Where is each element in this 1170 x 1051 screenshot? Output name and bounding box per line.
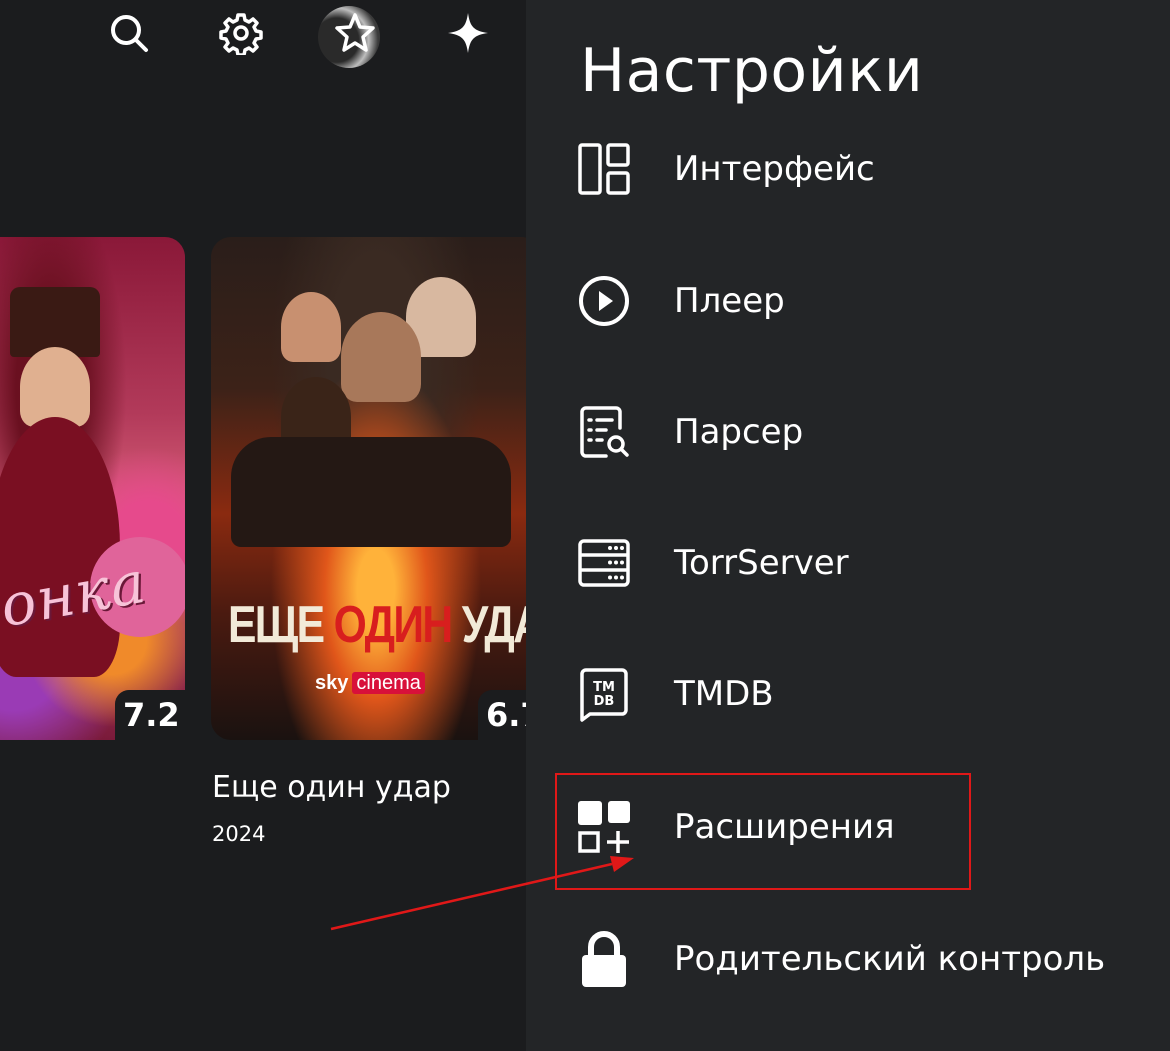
- poster-figure: [20, 347, 90, 427]
- server-icon: [574, 533, 634, 593]
- content-area: онка 7.2 ЕЩЕ ОДИН УДАР skycinema 6.7 Еще…: [0, 0, 526, 1051]
- settings-item-interface[interactable]: Интерфейс: [574, 121, 1134, 217]
- gear-icon[interactable]: [216, 8, 266, 58]
- poster-brand: sky cinema: [315, 672, 425, 695]
- search-icon[interactable]: [104, 8, 154, 58]
- poster-figure: [281, 292, 341, 362]
- layout-icon: [574, 139, 634, 199]
- sparkle-icon[interactable]: [443, 8, 493, 58]
- rating-badge: 6.7: [478, 690, 526, 740]
- movie-card[interactable]: [211, 237, 526, 740]
- rating-badge: 7.2: [115, 690, 188, 740]
- settings-item-label: Плеер: [674, 281, 785, 321]
- settings-item-label: TMDB: [674, 674, 774, 714]
- settings-panel: Настройки Интерфейс Плеер Парсер TorrSer…: [526, 0, 1170, 1051]
- settings-item-tmdb[interactable]: TM DB TMDB: [574, 646, 1134, 742]
- poster-title-text: ЕЩЕ ОДИН УДАР: [228, 596, 526, 654]
- annotation-highlight-box: [555, 773, 971, 890]
- settings-title: Настройки: [580, 36, 924, 106]
- star-icon[interactable]: [330, 8, 380, 58]
- settings-item-label: Интерфейс: [674, 149, 875, 189]
- svg-text:TM: TM: [593, 680, 615, 695]
- settings-item-label: Парсер: [674, 412, 804, 452]
- settings-item-label: Родительский контроль: [674, 939, 1106, 979]
- tmdb-icon: TM DB: [574, 664, 634, 724]
- settings-item-label: TorrServer: [674, 543, 849, 583]
- settings-item-torrserver[interactable]: TorrServer: [574, 515, 1134, 611]
- movie-year: 2024: [212, 822, 266, 846]
- lock-icon: [574, 929, 634, 989]
- poster-figure: [231, 437, 511, 547]
- movie-card-wonka[interactable]: [0, 237, 185, 740]
- list-search-icon: [574, 402, 634, 462]
- poster-figure: [341, 312, 421, 402]
- svg-text:DB: DB: [594, 694, 615, 709]
- settings-item-parser[interactable]: Парсер: [574, 384, 1134, 480]
- movie-title[interactable]: Еще один удар: [212, 770, 451, 805]
- settings-item-player[interactable]: Плеер: [574, 253, 1134, 349]
- settings-item-parental-control[interactable]: Родительский контроль: [574, 911, 1134, 1007]
- play-circle-icon: [574, 271, 634, 331]
